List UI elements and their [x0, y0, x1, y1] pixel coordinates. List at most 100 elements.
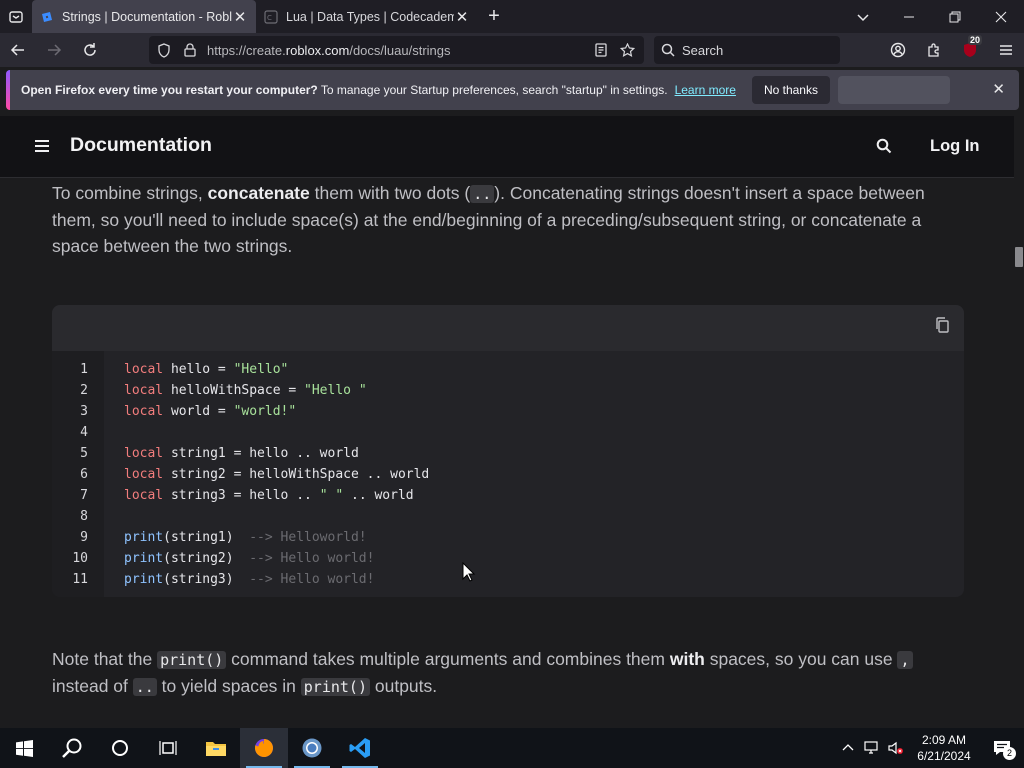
line-number: 10: [72, 551, 88, 566]
close-window-button[interactable]: [978, 0, 1024, 33]
account-button[interactable]: [880, 33, 916, 67]
code-line: local string1 = hello .. world: [124, 443, 429, 464]
vscode-taskbar-button[interactable]: [336, 728, 384, 768]
line-number: 5: [80, 446, 88, 461]
extension-badge: 20: [967, 35, 982, 45]
chrome-taskbar-button[interactable]: [288, 728, 336, 768]
shield-icon[interactable]: [153, 42, 175, 58]
cortana-button[interactable]: [96, 728, 144, 768]
inline-code: print(): [300, 678, 370, 696]
tab-list-button[interactable]: [0, 0, 32, 33]
restore-icon: [949, 11, 961, 22]
browser-tab-bar: Strings | Documentation - Roblox ✕ C Lua…: [0, 0, 1024, 33]
search-icon: [654, 43, 682, 57]
firefox-icon: [254, 739, 273, 757]
chevron-down-icon: [857, 13, 869, 21]
close-notification-icon[interactable]: ✕: [992, 80, 1005, 98]
code-token: local: [124, 383, 164, 398]
copy-icon[interactable]: [935, 317, 949, 338]
line-number: 9: [80, 530, 88, 545]
action-center-button[interactable]: 2: [980, 740, 1024, 760]
code-token: hello =: [163, 362, 234, 377]
code-token: --> Hello world!: [249, 551, 375, 566]
code-line: local world = "world!": [124, 401, 429, 422]
line-number: 6: [80, 467, 88, 482]
line-number: 3: [80, 404, 88, 419]
chevron-up-icon[interactable]: [836, 742, 860, 754]
scrollbar-thumb[interactable]: [1015, 247, 1023, 267]
lock-icon[interactable]: [179, 43, 201, 57]
site-search-icon[interactable]: [876, 138, 892, 159]
notification-action-button[interactable]: [837, 76, 950, 104]
close-tab-icon[interactable]: ✕: [454, 8, 470, 26]
code-line: print(string3) --> Hello world!: [124, 569, 429, 590]
url-text: https://create.roblox.com/docs/luau/stri…: [207, 42, 451, 58]
toolbar-right: 20: [880, 33, 1024, 67]
ublock-extension-button[interactable]: 20: [952, 33, 988, 67]
tab-roblox-strings[interactable]: Strings | Documentation - Roblox ✕: [32, 0, 256, 33]
print-note-paragraph: Note that the print() command takes mult…: [52, 646, 962, 700]
volume-muted-icon[interactable]: [884, 741, 908, 755]
code-token: .. world: [343, 488, 414, 503]
back-button[interactable]: [0, 33, 36, 67]
firefox-taskbar-button[interactable]: [240, 728, 288, 768]
network-icon[interactable]: [860, 741, 884, 755]
screen: Strings | Documentation - Roblox ✕ C Lua…: [0, 0, 1024, 768]
login-button[interactable]: Log In: [930, 137, 979, 156]
inline-code: print(): [157, 651, 227, 669]
code-token: (string3): [163, 572, 250, 587]
web-page: Documentation Log In To combine strings,…: [0, 116, 1024, 728]
code-line: local string3 = hello .. " " .. world: [124, 485, 429, 506]
codecademy-favicon-icon: C: [264, 9, 278, 24]
search-icon: [62, 738, 82, 758]
line-number: 7: [80, 488, 88, 503]
code-token: print: [124, 530, 164, 545]
taskbar-search-button[interactable]: [48, 728, 96, 768]
system-tray: 2:09 AM 6/21/2024 2: [836, 728, 1024, 768]
code-token: (string1): [163, 530, 250, 545]
learn-more-link[interactable]: Learn more: [675, 83, 736, 97]
minimize-button[interactable]: [886, 0, 932, 33]
tab-title: Strings | Documentation - Roblox: [62, 9, 232, 24]
arrow-left-icon: [10, 44, 24, 56]
file-explorer-button[interactable]: [192, 728, 240, 768]
restore-button[interactable]: [932, 0, 978, 33]
code-token: "Hello": [233, 362, 289, 377]
line-number: 8: [80, 509, 88, 524]
notification-count-badge: 2: [1003, 747, 1016, 760]
search-bar[interactable]: Search: [654, 36, 840, 64]
bookmark-star-icon[interactable]: [616, 42, 638, 58]
code-token: (string2): [163, 551, 250, 566]
code-line: print(string1) --> Helloworld!: [124, 527, 429, 548]
code-token: print: [124, 551, 164, 566]
code-token: "Hello ": [304, 383, 367, 398]
tab-codecademy[interactable]: C Lua | Data Types | Codecademy ✕: [256, 0, 478, 33]
reader-view-icon[interactable]: [590, 43, 612, 57]
start-button[interactable]: [0, 728, 48, 768]
menu-button[interactable]: [988, 33, 1024, 67]
task-view-button[interactable]: [144, 728, 192, 768]
site-title[interactable]: Documentation: [70, 134, 212, 157]
startup-notification-bar: Open Firefox every time you restart your…: [6, 70, 1019, 110]
forward-button[interactable]: [36, 33, 72, 67]
new-tab-button[interactable]: +: [478, 0, 510, 33]
code-line: print(string2) --> Hello world!: [124, 548, 429, 569]
code-token: string1 = hello .. world: [163, 446, 359, 461]
site-menu-icon[interactable]: [34, 139, 50, 158]
close-tab-icon[interactable]: ✕: [232, 8, 248, 26]
no-thanks-button[interactable]: No thanks: [751, 76, 830, 104]
clock[interactable]: 2:09 AM 6/21/2024: [908, 732, 980, 764]
code-token: helloWithSpace =: [163, 383, 305, 398]
address-bar[interactable]: https://create.roblox.com/docs/luau/stri…: [149, 36, 644, 64]
page-scrollbar[interactable]: [1014, 116, 1024, 728]
hamburger-menu-icon: [1000, 45, 1012, 55]
reload-button[interactable]: [72, 33, 108, 67]
code-line: local helloWithSpace = "Hello ": [124, 380, 429, 401]
list-all-tabs-button[interactable]: [840, 0, 886, 33]
mouse-cursor-icon: [462, 562, 476, 582]
extensions-button[interactable]: [916, 33, 952, 67]
svg-text:C: C: [267, 14, 272, 22]
code-token: local: [124, 467, 164, 482]
vscode-icon: [349, 738, 370, 758]
